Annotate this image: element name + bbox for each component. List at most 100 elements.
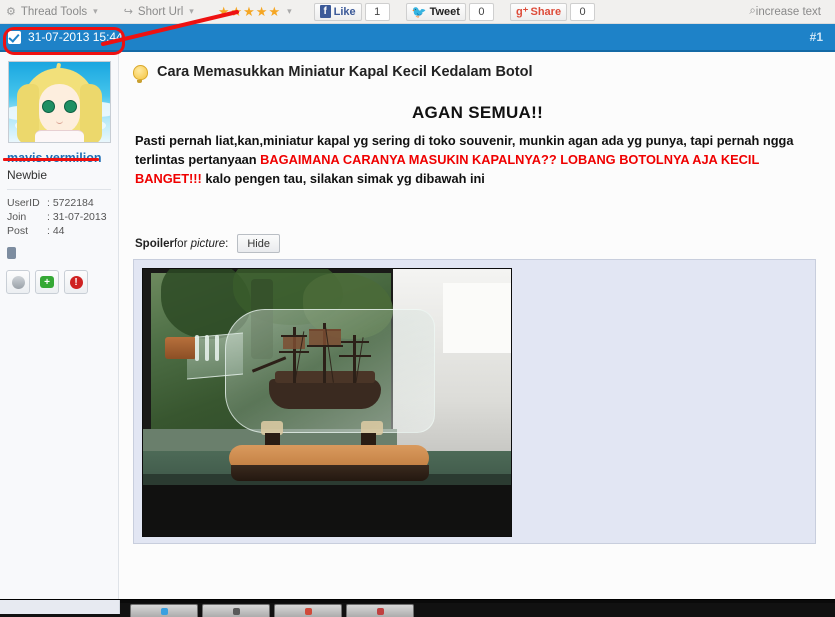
alert-exclamation-icon: ! [69, 275, 83, 289]
wooden-stand-base [231, 465, 429, 481]
stat-label: Post [7, 225, 29, 237]
stat-sep: : [47, 197, 50, 209]
taskbar-window-button[interactable] [202, 604, 270, 617]
photo-foreground-dark [143, 485, 511, 536]
taskbar-strip [0, 600, 835, 603]
taskbar-window-button[interactable] [274, 604, 342, 617]
facebook-like-button[interactable]: f Like [313, 2, 362, 21]
post-body: mavis.vermilion Newbie UserID: 5722184 J… [0, 52, 835, 600]
post-header-bar: 31-07-2013 15:44 #1 [0, 24, 835, 52]
taskbar-left-panel [0, 600, 120, 614]
avatar-mouth [55, 120, 63, 124]
stat-row: Post: 44 [7, 224, 118, 238]
spoiler-content-box [133, 259, 816, 544]
ship-in-bottle-photo[interactable] [142, 268, 512, 537]
avatar[interactable] [7, 61, 111, 143]
sidebar-divider [7, 189, 111, 190]
increase-text-button[interactable]: ⌕ increase text [749, 5, 835, 18]
chevron-down-icon[interactable]: ▾ [287, 6, 292, 17]
google-plus-icon: g⁺ [515, 6, 529, 18]
facebook-icon: f [319, 5, 331, 18]
device-icon [7, 247, 16, 259]
ship-hull [269, 379, 381, 409]
gplus-share-group: g⁺ Share 0 [509, 2, 596, 21]
user-action-buttons: + ! [6, 270, 118, 294]
twitter-bird-icon: 🐦 [411, 4, 427, 19]
reputation-add-button[interactable]: + [35, 270, 59, 294]
photo-wall-panel [443, 283, 511, 353]
paragraph-text-2: kalo pengen tau, silakan simak yg dibawa… [201, 171, 485, 186]
star-icon[interactable]: ★ [256, 4, 268, 20]
stat-label: UserID [7, 197, 40, 209]
spoiler-colon: : [225, 237, 229, 250]
stat-row: UserID: 5722184 [7, 196, 118, 210]
avatar-collar [34, 130, 84, 142]
gplus-share-button[interactable]: g⁺ Share [509, 2, 568, 21]
miniature-ship [251, 323, 391, 423]
report-post-button[interactable]: ! [64, 270, 88, 294]
annotation-strikethrough [3, 158, 99, 161]
spoiler-for: for [173, 237, 188, 250]
lightbulb-icon [133, 64, 148, 83]
app-icon [376, 608, 384, 615]
bottle-cork [165, 337, 195, 359]
short-url-menu[interactable]: ↪ Short Url ▾ [118, 0, 200, 23]
post-content: Cara Memasukkan Miniatur Kapal Kecil Ked… [119, 52, 835, 600]
ship-yard [341, 341, 369, 343]
post-select-checkbox[interactable] [8, 30, 21, 44]
os-taskbar [0, 599, 835, 617]
gplus-share-count: 0 [570, 2, 596, 21]
browser-page: ⚙ Thread Tools ▾ ↪ Short Url ▾ ★ ★ ★ ★ ★… [0, 0, 835, 617]
username-link[interactable]: mavis.vermilion [3, 151, 102, 165]
bottle-neck-ring [205, 335, 209, 361]
spoiler-kind: picture [190, 237, 226, 250]
taskbar-window-button[interactable] [130, 604, 198, 617]
bottle-neck-ring [215, 335, 219, 361]
chevron-down-icon: ▾ [93, 6, 98, 16]
star-icon[interactable]: ★ [230, 4, 242, 20]
page-title: Cara Memasukkan Miniatur Kapal Kecil Ked… [157, 64, 533, 80]
thread-title-row: Cara Memasukkan Miniatur Kapal Kecil Ked… [133, 64, 822, 83]
thread-toolbar: ⚙ Thread Tools ▾ ↪ Short Url ▾ ★ ★ ★ ★ ★… [0, 0, 835, 24]
taskbar-window-button[interactable] [346, 604, 414, 617]
thread-tools-menu[interactable]: ⚙ Thread Tools ▾ [0, 0, 104, 23]
spoiler-hide-button[interactable]: Hide [237, 234, 280, 253]
browser-icon [160, 608, 168, 615]
offline-status-icon [11, 275, 25, 289]
thread-tools-label: Thread Tools [20, 5, 88, 18]
stat-row: Join: 31-07-2013 [7, 210, 118, 224]
star-icon[interactable]: ★ [218, 4, 230, 20]
short-url-label: Short Url [137, 5, 184, 18]
spoiler-word: Spoiler [135, 237, 174, 250]
ship-yard [307, 345, 343, 347]
speech-bubble-plus-icon: + [40, 276, 54, 288]
increase-text-label: increase text [755, 5, 821, 18]
twitter-tweet-button[interactable]: 🐦 Tweet [405, 2, 466, 21]
thread-rating[interactable]: ★ ★ ★ ★ ★ ▾ [214, 4, 296, 20]
user-title: Newbie [7, 168, 48, 182]
stat-sep: : [47, 225, 50, 237]
stat-sep: : [47, 211, 50, 223]
gear-icon: ⚙ [6, 6, 16, 18]
post-number[interactable]: #1 [810, 30, 823, 44]
star-icon[interactable]: ★ [268, 4, 280, 20]
post-user-sidebar: mavis.vermilion Newbie UserID: 5722184 J… [0, 52, 119, 600]
facebook-like-group: f Like 1 [313, 2, 390, 21]
stat-value: 31-07-2013 [52, 211, 107, 223]
avatar-eye-left [41, 100, 55, 113]
user-stats: UserID: 5722184 Join: 31-07-2013 Post: 4… [7, 196, 118, 238]
twitter-tweet-group: 🐦 Tweet 0 [405, 2, 494, 21]
share-link-icon: ↪ [123, 6, 133, 18]
offline-status-button[interactable] [6, 270, 30, 294]
twitter-tweet-count: 0 [468, 2, 494, 21]
post-date: 31-07-2013 15:44 [28, 30, 123, 44]
gplus-share-label: Share [530, 5, 562, 18]
app-icon [304, 608, 312, 615]
ship-yard [339, 355, 371, 357]
star-icon[interactable]: ★ [243, 4, 255, 20]
stat-value: 44 [52, 225, 65, 237]
stat-value: 5722184 [52, 197, 94, 209]
folder-icon [232, 608, 240, 615]
twitter-tweet-label: Tweet [429, 5, 460, 18]
ship-yard [279, 351, 309, 353]
